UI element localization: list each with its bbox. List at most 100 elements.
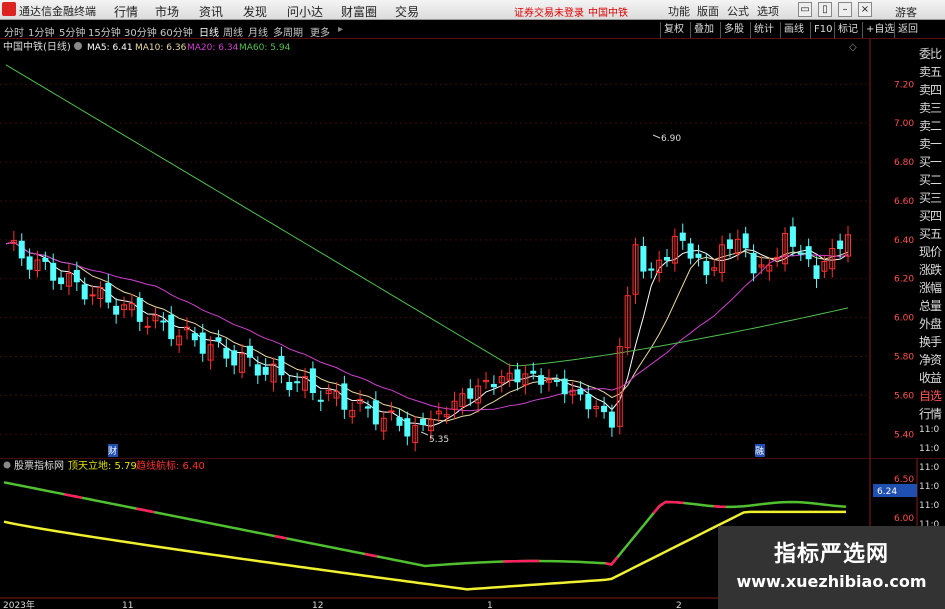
- side-change-pct[interactable]: 涨幅: [919, 279, 942, 296]
- restore-icon[interactable]: ▭: [798, 2, 812, 17]
- indicator-red-segment: [63, 493, 83, 500]
- guest-label[interactable]: 游客: [895, 4, 917, 20]
- menu-quotes[interactable]: 行情: [114, 3, 138, 20]
- side-watchlist[interactable]: 自选: [919, 387, 942, 404]
- side-turnover[interactable]: 换手: [919, 333, 942, 350]
- candle-body: [317, 399, 324, 402]
- candle-body: [136, 297, 143, 322]
- options-button[interactable]: 选项: [757, 3, 779, 19]
- ma60-line: [5, 64, 849, 367]
- multi-stock-button[interactable]: 多股: [720, 22, 747, 38]
- price-tick: 5.80: [894, 353, 914, 363]
- ma10-legend: MA10: 6.36: [135, 43, 187, 53]
- side-sell1[interactable]: 卖一: [919, 135, 942, 152]
- settings-circle-icon[interactable]: [74, 42, 82, 50]
- candle-body: [530, 370, 537, 374]
- side-outer[interactable]: 外盘: [919, 315, 942, 332]
- function-button[interactable]: 功能: [668, 3, 690, 19]
- side-buy5[interactable]: 买五: [919, 225, 942, 242]
- side-bid-ratio[interactable]: 委比: [919, 45, 942, 62]
- side-change[interactable]: 涨跌: [919, 261, 942, 278]
- period-more[interactable]: 更多: [310, 24, 330, 39]
- low-pointer: [420, 431, 429, 436]
- collapse-icon[interactable]: ◇: [849, 42, 857, 53]
- price-tick: 7.00: [894, 119, 914, 129]
- statistics-button[interactable]: 统计: [750, 22, 777, 38]
- overlay-button[interactable]: 叠加: [690, 22, 717, 38]
- candle-body: [89, 294, 96, 297]
- period-intraday[interactable]: 分时: [4, 24, 24, 39]
- menu-wealth[interactable]: 财富圈: [341, 3, 377, 20]
- price-tick: 5.60: [894, 391, 914, 401]
- grid-lines: [0, 83, 870, 435]
- side-buy2[interactable]: 买二: [919, 171, 942, 188]
- price-tick: 6.80: [894, 158, 914, 168]
- period-daily[interactable]: 日线: [199, 24, 219, 39]
- indicator-title: 股票指标网: [14, 459, 64, 472]
- indicator-red-segment: [274, 534, 287, 540]
- layout-button[interactable]: 版面: [697, 3, 719, 19]
- side-sell2[interactable]: 卖二: [919, 117, 942, 134]
- indicator-settings-icon[interactable]: [3, 461, 11, 469]
- side-sell4[interactable]: 卖四: [919, 81, 942, 98]
- date-label-12: 12: [312, 601, 323, 609]
- close-icon[interactable]: ×: [858, 2, 872, 17]
- price-tick: 6.00: [894, 314, 914, 324]
- menu-news[interactable]: 资讯: [199, 3, 223, 20]
- window-icon[interactable]: ▯: [818, 2, 832, 17]
- candle-body: [81, 284, 88, 300]
- mark-button[interactable]: 标记: [834, 22, 861, 38]
- period-15min[interactable]: 15分钟: [88, 24, 121, 39]
- period-60min[interactable]: 60分钟: [160, 24, 193, 39]
- f10-button[interactable]: F10: [810, 22, 835, 38]
- menu-trade[interactable]: 交易: [395, 3, 419, 20]
- candle-body: [294, 381, 301, 384]
- period-1min[interactable]: 1分钟: [28, 24, 54, 39]
- candle-body: [585, 394, 592, 410]
- candle-body: [113, 305, 120, 315]
- formula-button[interactable]: 公式: [727, 3, 749, 19]
- candle-body: [191, 333, 198, 341]
- side-sell5[interactable]: 卖五: [919, 63, 942, 80]
- date-label-11: 11: [122, 601, 133, 609]
- login-notice[interactable]: 证券交易未登录: [514, 4, 584, 19]
- back-button[interactable]: 返回: [894, 22, 921, 38]
- time-label: 11:0: [919, 501, 939, 511]
- side-sell3[interactable]: 卖三: [919, 99, 942, 116]
- candle-body: [467, 388, 474, 399]
- period-multi[interactable]: 多周期: [273, 24, 303, 39]
- current-value: 6.24: [877, 487, 897, 497]
- indicator-red-segment: [713, 505, 726, 509]
- price-tick: 6.60: [894, 197, 914, 207]
- stock-link[interactable]: 中国中铁: [588, 4, 628, 19]
- candle-body: [561, 378, 568, 395]
- period-monthly[interactable]: 月线: [248, 24, 268, 39]
- low-label: 5.35: [429, 435, 449, 445]
- side-net-asset[interactable]: 净资: [919, 351, 942, 368]
- period-30min[interactable]: 30分钟: [124, 24, 157, 39]
- candlestick-chart[interactable]: 7.20 7.00 6.80 6.60 6.40 6.20 6.00 5.80 5.60 5.40…: [0, 39, 917, 459]
- menu-ask[interactable]: 问小达: [287, 3, 323, 20]
- menu-market[interactable]: 市场: [155, 3, 179, 20]
- ma5-legend: MA5: 6.41: [87, 43, 133, 53]
- app-title: 通达信金融终端: [19, 5, 96, 18]
- more-chevron-icon[interactable]: ▸: [338, 24, 343, 35]
- side-buy3[interactable]: 买三: [919, 189, 942, 206]
- candle-body: [372, 400, 379, 425]
- menu-discover[interactable]: 发现: [243, 3, 267, 20]
- add-watchlist-button[interactable]: +自选: [862, 22, 897, 38]
- candle-body: [199, 332, 206, 354]
- minimize-icon[interactable]: –: [838, 2, 852, 17]
- candle-body: [223, 347, 230, 359]
- side-price[interactable]: 现价: [919, 243, 942, 260]
- watermark: 指标严选网 www.xuezhibiao.com: [718, 526, 945, 609]
- period-5min[interactable]: 5分钟: [59, 24, 85, 39]
- side-buy1[interactable]: 买一: [919, 153, 942, 170]
- side-buy4[interactable]: 买四: [919, 207, 942, 224]
- period-weekly[interactable]: 周线: [223, 24, 243, 39]
- adjust-button[interactable]: 复权: [660, 22, 687, 38]
- side-earnings[interactable]: 收益: [919, 369, 942, 386]
- draw-line-button[interactable]: 画线: [780, 22, 807, 38]
- high-label: 6.90: [661, 134, 681, 144]
- side-volume[interactable]: 总量: [919, 297, 942, 314]
